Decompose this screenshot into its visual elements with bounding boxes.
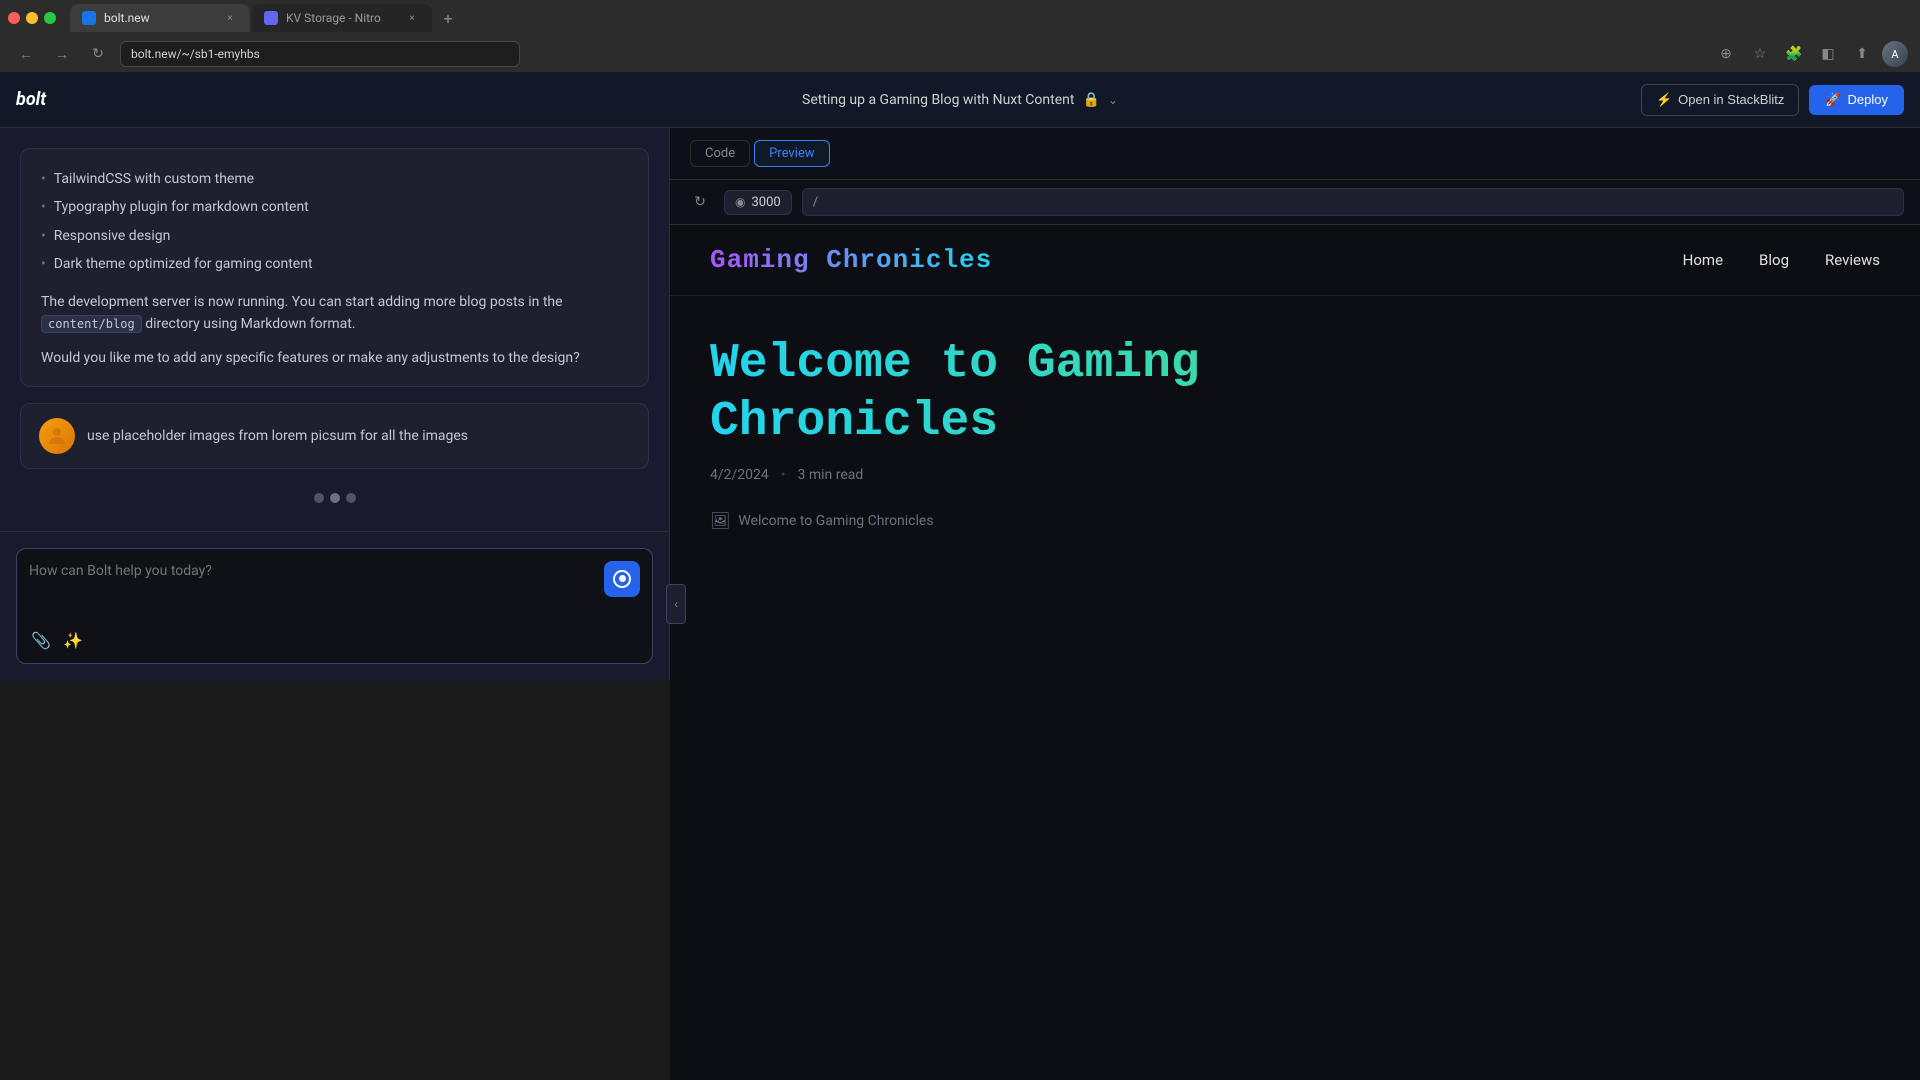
gaming-nav: Gaming Chronicles Home Blog Reviews (670, 225, 1920, 296)
share-icon[interactable]: ⬆ (1848, 40, 1876, 68)
preview-content: Gaming Chronicles Home Blog Reviews Welc… (670, 225, 1920, 1080)
deploy-icon: 🚀 (1825, 92, 1841, 108)
preview-address-bar: ↻ ◉ 3000 / (670, 180, 1920, 225)
post-date: 4/2/2024 (710, 467, 769, 483)
app-header: bolt Setting up a Gaming Blog with Nuxt … (0, 72, 1920, 128)
chat-input-row (29, 561, 640, 621)
tab-favicon-kv (264, 11, 278, 25)
user-message-text: use placeholder images from lorem picsum… (87, 418, 468, 447)
header-actions: ⚡ Open in StackBlitz 🚀 Deploy (1641, 84, 1904, 116)
browser-tab-kv[interactable]: KV Storage - Nitro × (252, 4, 432, 32)
tab-close-kv[interactable]: × (404, 10, 420, 26)
browser-tab-bolt[interactable]: bolt.new × (70, 4, 250, 32)
loading-dot-1 (314, 493, 324, 503)
tab-favicon-bolt (82, 11, 96, 25)
chat-input-footer: 📎 ✨ (29, 629, 640, 653)
user-message: use placeholder images from lorem picsum… (20, 403, 649, 469)
profiles-icon[interactable]: ◧ (1814, 40, 1842, 68)
send-button[interactable] (604, 561, 640, 597)
forward-button[interactable]: → (48, 40, 76, 68)
loading-indicator (20, 485, 649, 511)
list-item: Dark theme optimized for gaming content (41, 250, 628, 278)
minimize-window-button[interactable] (26, 12, 38, 24)
post-read-time: 3 min read (798, 467, 864, 483)
back-button[interactable]: ← (12, 40, 40, 68)
list-item: Responsive design (41, 222, 628, 250)
list-item: Typography plugin for markdown content (41, 193, 628, 221)
url-text: bolt.new/~/sb1-emyhbs (131, 47, 260, 61)
gaming-blog-content: Welcome to Gaming Chronicles 4/2/2024 • … (670, 296, 1570, 570)
zoom-icon[interactable]: ⊕ (1712, 40, 1740, 68)
gaming-nav-links: Home Blog Reviews (1683, 251, 1880, 269)
reload-button[interactable]: ↻ (84, 40, 112, 68)
preview-port: 3000 (751, 195, 780, 210)
post-image-placeholder: 🖼 Welcome to Gaming Chronicles (710, 511, 1530, 530)
ai-paragraph-1: The development server is now running. Y… (41, 291, 628, 336)
traffic-lights (8, 12, 56, 24)
lock-icon: 🔒 (1082, 92, 1099, 108)
deploy-button[interactable]: 🚀 Deploy (1809, 85, 1904, 115)
right-panel: Code Preview ↻ ◉ 3000 / Gamin (670, 128, 1920, 1080)
loading-dot-3 (346, 493, 356, 503)
left-panel: TailwindCSS with custom theme Typography… (0, 128, 670, 680)
close-window-button[interactable] (8, 12, 20, 24)
gaming-logo: Gaming Chronicles (710, 245, 992, 275)
stackblitz-icon: ⚡ (1656, 92, 1672, 108)
feature-list: TailwindCSS with custom theme Typography… (41, 165, 628, 279)
list-item: TailwindCSS with custom theme (41, 165, 628, 193)
browser-chrome: bolt.new × KV Storage - Nitro × + ← → ↻ … (0, 0, 1920, 72)
inline-code: content/blog (41, 315, 142, 333)
sparkle-icon[interactable]: ✨ (61, 629, 85, 653)
header-title-container: Setting up a Gaming Blog with Nuxt Conte… (802, 92, 1118, 108)
nav-link-blog[interactable]: Blog (1759, 251, 1789, 269)
loading-dot-2 (330, 493, 340, 503)
chevron-down-icon[interactable]: ⌄ (1108, 93, 1118, 107)
chat-input-container: 📎 ✨ (16, 548, 653, 664)
post-title: Welcome to Gaming Chronicles (710, 336, 1530, 451)
post-meta: 4/2/2024 • 3 min read (710, 467, 1530, 483)
stackblitz-label: Open in StackBlitz (1678, 92, 1784, 107)
open-in-stackblitz-button[interactable]: ⚡ Open in StackBlitz (1641, 84, 1799, 116)
browser-actions: ⊕ ☆ 🧩 ◧ ⬆ A (1712, 40, 1908, 68)
tab-title-kv: KV Storage - Nitro (286, 11, 396, 25)
preview-url-bar[interactable]: / (802, 188, 1904, 216)
preview-port-icon: ◉ (735, 195, 745, 209)
avatar (39, 418, 75, 454)
chat-input[interactable] (29, 561, 596, 621)
attach-icon[interactable]: 📎 (29, 629, 53, 653)
chat-input-area: 📎 ✨ (0, 531, 669, 680)
chat-messages: TailwindCSS with custom theme Typography… (0, 128, 669, 531)
bookmark-icon[interactable]: ☆ (1746, 40, 1774, 68)
tab-code[interactable]: Code (690, 140, 750, 167)
browser-address-bar: ← → ↻ bolt.new/~/sb1-emyhbs ⊕ ☆ 🧩 ◧ ⬆ A (0, 36, 1920, 72)
gaming-blog: Gaming Chronicles Home Blog Reviews Welc… (670, 225, 1920, 1080)
tab-close-bolt[interactable]: × (222, 10, 238, 26)
collapse-panel-button[interactable]: ‹ (666, 584, 686, 624)
left-panel-wrapper: TailwindCSS with custom theme Typography… (0, 128, 670, 1080)
preview-tabs: Code Preview (670, 128, 1920, 180)
deploy-label: Deploy (1848, 92, 1888, 107)
preview-refresh-button[interactable]: ↻ (686, 188, 714, 216)
nav-link-home[interactable]: Home (1683, 251, 1723, 269)
fullscreen-window-button[interactable] (44, 12, 56, 24)
image-icon: 🖼 (710, 511, 730, 530)
user-avatar[interactable]: A (1882, 41, 1908, 67)
tab-title-bolt: bolt.new (104, 11, 214, 25)
main-content: TailwindCSS with custom theme Typography… (0, 128, 1920, 1080)
preview-port-badge: ◉ 3000 (724, 190, 792, 215)
meta-separator: • (781, 467, 786, 483)
bolt-logo: bolt (16, 89, 46, 110)
ai-paragraph-2: Would you like me to add any specific fe… (41, 347, 628, 369)
new-tab-button[interactable]: + (434, 4, 462, 32)
ai-message: TailwindCSS with custom theme Typography… (20, 148, 649, 387)
browser-tabs: bolt.new × KV Storage - Nitro × + (0, 0, 1920, 36)
address-bar[interactable]: bolt.new/~/sb1-emyhbs (120, 41, 520, 67)
post-image-alt: Welcome to Gaming Chronicles (738, 513, 933, 529)
nav-link-reviews[interactable]: Reviews (1825, 251, 1880, 269)
tab-preview[interactable]: Preview (754, 140, 829, 167)
header-title: Setting up a Gaming Blog with Nuxt Conte… (802, 92, 1074, 108)
extensions-icon[interactable]: 🧩 (1780, 40, 1808, 68)
